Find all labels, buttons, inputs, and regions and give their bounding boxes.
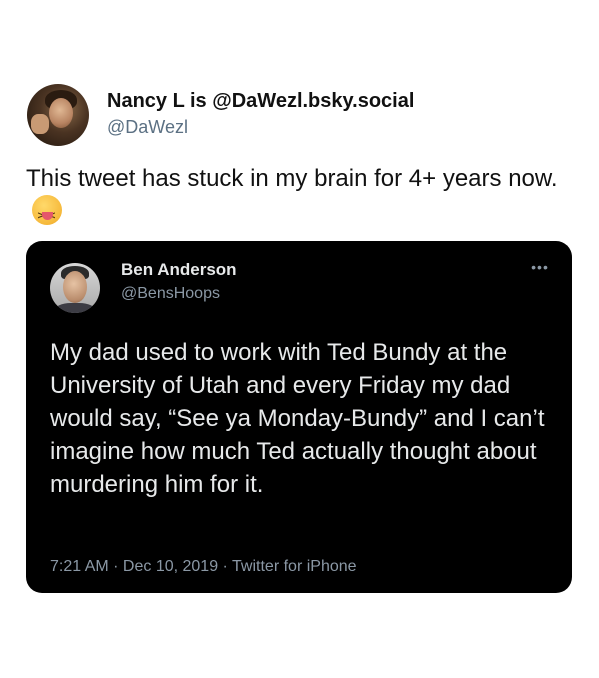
display-name[interactable]: Nancy L is @DaWezl.bsky.social xyxy=(107,90,414,113)
quoted-user-handle[interactable]: @BensHoops xyxy=(121,285,220,303)
quoted-avatar-face xyxy=(63,271,87,303)
quoted-tweet-card[interactable]: Ben Anderson @BensHoops ••• My dad used … xyxy=(26,241,572,593)
tweet-screenshot: Nancy L is @DaWezl.bsky.social @DaWezl T… xyxy=(0,0,599,678)
avatar-hand xyxy=(31,114,49,134)
tweet-timestamp[interactable]: 7:21 AM · Dec 10, 2019 · Twitter for iPh… xyxy=(50,558,357,576)
squinting-tongue-emoji-icon xyxy=(32,195,62,233)
quoted-display-name[interactable]: Ben Anderson xyxy=(121,260,237,280)
tweet-text: This tweet has stuck in my brain for 4+ … xyxy=(26,162,571,233)
more-options-icon[interactable]: ••• xyxy=(528,259,552,275)
avatar[interactable] xyxy=(27,84,89,146)
tweet-text-content: This tweet has stuck in my brain for 4+ … xyxy=(26,165,558,192)
avatar-face xyxy=(49,98,73,128)
quoted-avatar-shirt xyxy=(54,303,96,313)
quoted-avatar[interactable] xyxy=(50,263,100,313)
user-handle[interactable]: @DaWezl xyxy=(107,117,188,138)
quoted-tweet-text: My dad used to work with Ted Bundy at th… xyxy=(50,339,545,498)
